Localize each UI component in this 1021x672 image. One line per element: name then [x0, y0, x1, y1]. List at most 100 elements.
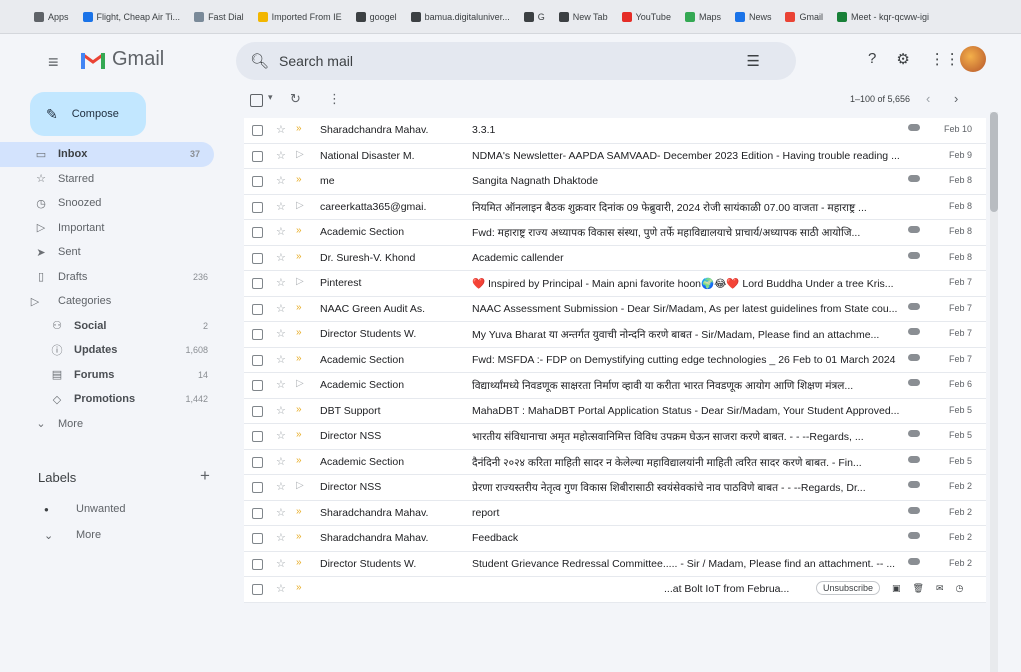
important-marker-icon[interactable]: » — [296, 531, 302, 542]
sidebar-item-starred[interactable]: ☆ Starred — [0, 167, 222, 192]
star-icon[interactable]: ☆ — [276, 200, 286, 213]
email-select-checkbox[interactable] — [252, 125, 263, 136]
star-icon[interactable]: ☆ — [276, 276, 286, 289]
email-select-checkbox[interactable] — [252, 482, 263, 493]
prev-page-icon[interactable]: ‹ — [926, 91, 930, 106]
main-menu-icon[interactable]: ≡ — [48, 52, 59, 73]
email-row[interactable]: ☆ » me Sangita Nagnath Dhaktode Feb 8 — [244, 169, 986, 195]
attachment-icon[interactable] — [908, 379, 920, 386]
sidebar-item-social[interactable]: ⚇ Social 2 — [0, 314, 222, 339]
star-icon[interactable]: ☆ — [276, 174, 286, 187]
important-marker-icon[interactable]: ▷ — [296, 378, 304, 389]
email-row[interactable]: ☆ ▷ Pinterest ❤️ Inspired by Principal - Ma… — [244, 271, 986, 297]
search-icon[interactable]: 🔍︎ — [250, 52, 269, 70]
email-row[interactable]: ☆ ▷ National Disaster M. NDMA's Newsletter-… — [244, 143, 986, 169]
important-marker-icon[interactable]: » — [296, 327, 302, 338]
gmail-logo[interactable]: Gmail — [80, 48, 164, 71]
account-avatar[interactable] — [960, 46, 986, 72]
email-select-checkbox[interactable] — [252, 201, 263, 213]
email-row[interactable]: ☆ » Academic Section Fwd: MSFDA :- FDP on D… — [244, 347, 986, 373]
email-select-checkbox[interactable] — [252, 150, 263, 162]
email-select-checkbox[interactable] — [252, 533, 263, 544]
email-select-checkbox[interactable] — [252, 329, 263, 340]
attachment-icon[interactable] — [908, 328, 920, 335]
bookmark-item[interactable]: G — [523, 11, 545, 22]
email-row[interactable]: ☆ » Sharadchandra Mahav. report Feb 2 — [244, 500, 986, 526]
bookmark-item[interactable]: Fast Dial — [194, 11, 244, 22]
email-row[interactable]: ☆ ▷ careerkatta365@gmai. नियमित ऑनलाइन बैठक… — [244, 194, 986, 220]
label-item-more[interactable]: ⌄ More — [0, 524, 222, 546]
attachment-icon[interactable] — [908, 430, 920, 437]
settings-gear-icon[interactable]: ⚙ — [896, 50, 909, 68]
attachment-icon[interactable] — [908, 532, 920, 539]
refresh-icon[interactable]: ↻ — [290, 91, 301, 107]
important-marker-icon[interactable]: » — [296, 353, 302, 364]
next-page-icon[interactable]: › — [954, 91, 958, 106]
star-icon[interactable]: ☆ — [276, 480, 286, 493]
email-row[interactable]: ☆ » Director Students W. My Yuva Bharat या … — [244, 322, 986, 348]
email-row[interactable]: ☆ ▷ Academic Section विद्यार्थ्यांमध्ये निव… — [244, 373, 986, 399]
sidebar-item-snoozed[interactable]: ◷ Snoozed — [0, 191, 222, 216]
email-row[interactable]: ☆ » Academic Section Fwd: महाराष्ट्र राज्य … — [244, 220, 986, 246]
important-marker-icon[interactable]: ▷ — [296, 276, 304, 287]
email-row[interactable]: ☆ » Dr. Suresh-V. Khond Academic callender F… — [244, 245, 986, 271]
important-marker-icon[interactable]: » — [296, 251, 302, 262]
attachment-icon[interactable] — [908, 557, 920, 565]
search-bar[interactable]: 🔍︎ Search mail ☰ — [236, 42, 796, 80]
archive-icon[interactable]: ▣ — [892, 583, 901, 594]
sidebar-item-forums[interactable]: ▤ Forums 14 — [0, 363, 222, 388]
important-marker-icon[interactable]: ▷ — [296, 149, 304, 160]
email-row[interactable]: ☆ » Director NSS भारतीय संविधानाचा अमृत महो… — [244, 424, 986, 450]
bookmark-item[interactable]: New Tab — [558, 11, 608, 22]
important-marker-icon[interactable]: » — [296, 174, 302, 185]
email-select-checkbox[interactable] — [252, 456, 263, 468]
star-icon[interactable]: ☆ — [276, 506, 286, 519]
apps-grid-icon[interactable]: ⋮⋮ — [930, 50, 960, 68]
email-select-checkbox[interactable] — [252, 252, 263, 264]
important-marker-icon[interactable]: » — [296, 404, 302, 415]
attachment-icon[interactable] — [908, 251, 920, 259]
email-select-checkbox[interactable] — [252, 507, 263, 519]
email-select-checkbox[interactable] — [252, 227, 263, 238]
bookmark-item[interactable]: News — [734, 11, 771, 22]
important-marker-icon[interactable]: » — [296, 302, 302, 313]
help-icon[interactable]: ? — [868, 50, 876, 68]
email-row[interactable]: ☆ » ...at Bolt IoT from Februa... Unsubscri… — [244, 577, 986, 603]
sidebar-item-updates[interactable]: ⓘ Updates 1,608 — [0, 338, 222, 363]
email-select-checkbox[interactable] — [252, 584, 263, 595]
sidebar-item-promotions[interactable]: ◇ Promotions 1,442 — [0, 387, 222, 412]
important-marker-icon[interactable]: » — [296, 506, 302, 517]
bookmark-item[interactable]: Gmail — [785, 11, 823, 22]
attachment-icon[interactable] — [908, 455, 920, 463]
important-marker-icon[interactable]: » — [296, 582, 302, 593]
bookmark-item[interactable]: bamua.digitaluniver... — [410, 11, 510, 22]
email-row[interactable]: ☆ ▷ Director NSS प्रेरणा राज्यस्तरीय नेतृत्… — [244, 475, 986, 501]
important-marker-icon[interactable]: » — [296, 557, 302, 568]
star-icon[interactable]: ☆ — [276, 455, 286, 468]
attachment-icon[interactable] — [908, 226, 920, 233]
email-row[interactable]: ☆ » Director Students W. Student Grievance … — [244, 551, 986, 577]
email-row[interactable]: ☆ » Academic Section दैनंदिनी २०२४ करिता मा… — [244, 449, 986, 475]
email-select-checkbox[interactable] — [252, 176, 263, 187]
attachment-icon[interactable] — [908, 124, 920, 131]
label-item-unwanted[interactable]: ● Unwanted — [0, 498, 222, 520]
email-row[interactable]: ☆ » Sharadchandra Mahav. 3.3.1 Feb 10 — [244, 118, 986, 144]
add-label-icon[interactable]: + — [200, 466, 210, 486]
sidebar-item-important[interactable]: ▷ Important — [0, 216, 222, 241]
star-icon[interactable]: ☆ — [276, 404, 286, 417]
attachment-icon[interactable] — [908, 175, 920, 182]
scrollbar[interactable] — [990, 112, 998, 672]
search-input[interactable]: Search mail — [279, 53, 353, 69]
star-icon[interactable]: ☆ — [276, 353, 286, 366]
bookmark-item[interactable]: Flight, Cheap Air Ti... — [82, 11, 180, 22]
star-icon[interactable]: ☆ — [276, 149, 286, 162]
sidebar-item-drafts[interactable]: ▯ Drafts 236 — [0, 265, 222, 290]
email-select-checkbox[interactable] — [252, 354, 263, 366]
scrollbar-thumb[interactable] — [990, 112, 998, 212]
email-select-checkbox[interactable] — [252, 405, 263, 417]
more-vert-icon[interactable]: ⋮ — [328, 91, 341, 107]
star-icon[interactable]: ☆ — [276, 251, 286, 264]
important-marker-icon[interactable]: ▷ — [296, 480, 304, 491]
important-marker-icon[interactable]: » — [296, 429, 302, 440]
important-marker-icon[interactable]: » — [296, 455, 302, 466]
